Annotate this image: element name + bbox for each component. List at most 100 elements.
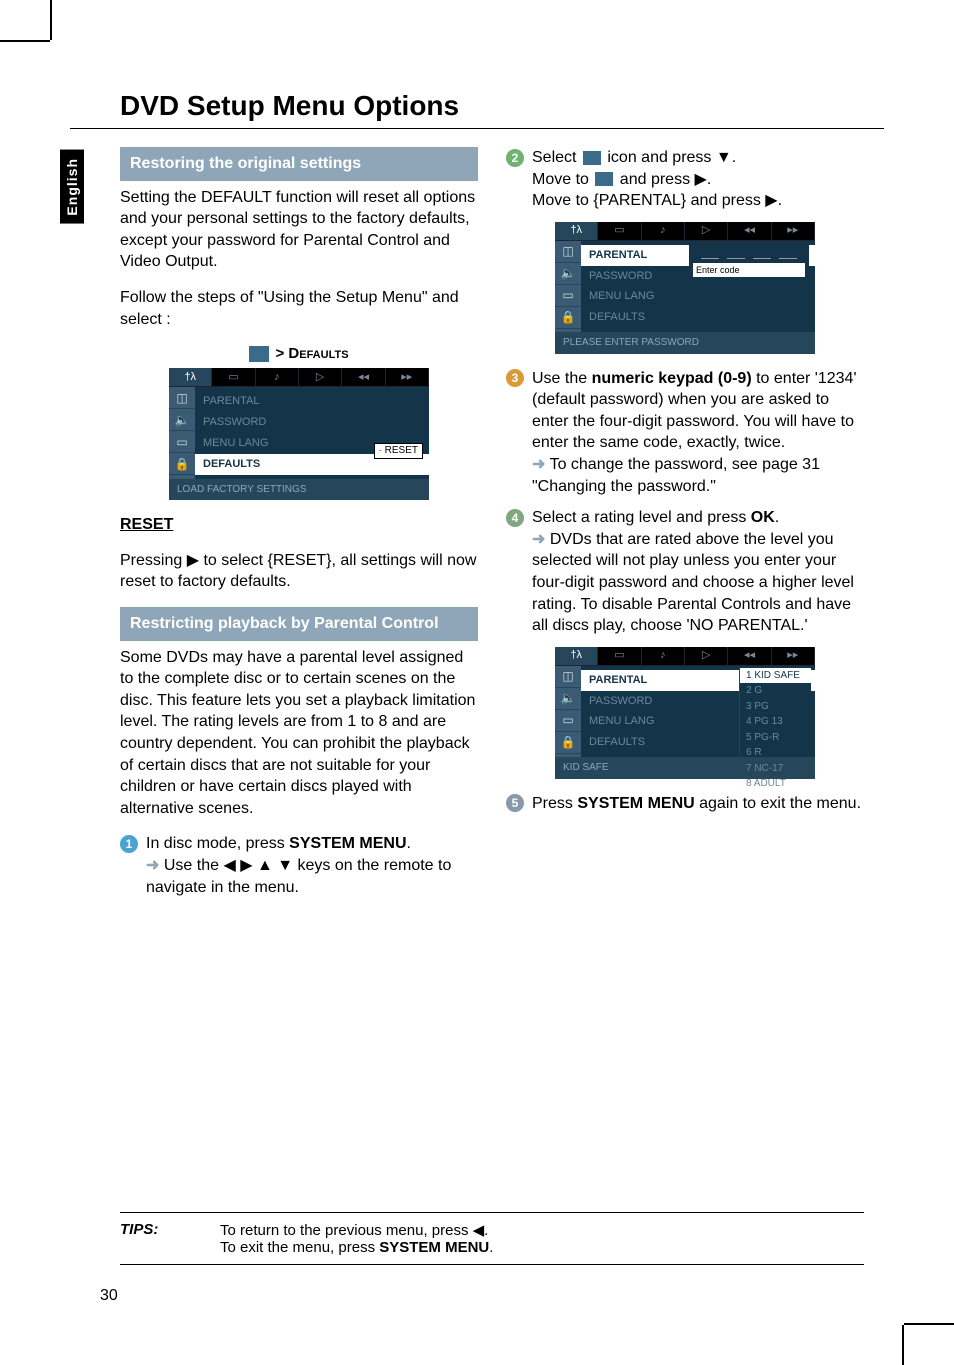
osd1-item-password: PASSWORD bbox=[195, 412, 429, 433]
step-1-text-c: . bbox=[407, 835, 411, 852]
rating-4: 4 PG 13 bbox=[740, 714, 811, 730]
osd-tab-general-icon: †λ bbox=[169, 368, 212, 386]
rating-8: 8 ADULT bbox=[740, 776, 811, 792]
step-1-text-a: In disc mode, press bbox=[146, 835, 289, 852]
restricting-paragraph: Some DVDs may have a parental level assi… bbox=[120, 647, 478, 820]
osd-panel-defaults: †λ ▭ ♪ ▷ ◂◂ ▸▸ ◫ 🔈 ▭ 🔒 PARENTAL bbox=[169, 368, 429, 500]
lock-icon bbox=[595, 172, 613, 186]
step-4-text-c: . bbox=[775, 509, 779, 526]
osd2-tab-video-icon: ▭ bbox=[598, 222, 641, 240]
osd2-item-defaults: DEFAULTS bbox=[581, 307, 815, 328]
step-1-number-icon: 1 bbox=[120, 835, 138, 853]
osd3-side-subtitle-icon: ▭ bbox=[555, 710, 581, 732]
osd-tab-video-icon: ▭ bbox=[212, 368, 255, 386]
reset-heading: RESET bbox=[120, 516, 173, 533]
rating-6: 6 R bbox=[740, 745, 811, 761]
osd2-enter-code-label: Enter code bbox=[693, 263, 805, 277]
osd-panel-password: †λ ▭ ♪ ▷ ◂◂ ▸▸ ◫ 🔈 ▭ 🔒 PARENTAL bbox=[555, 222, 815, 354]
breadcrumb-text: > Defaults bbox=[275, 344, 348, 364]
step-5-system-menu: SYSTEM MENU bbox=[577, 795, 694, 812]
arrow-icon: ➜ bbox=[146, 857, 159, 874]
section-heading-restoring: Restoring the original settings bbox=[120, 147, 478, 181]
step-1-system-menu: SYSTEM MENU bbox=[289, 835, 406, 852]
step-4-ok: OK bbox=[751, 509, 775, 526]
restoring-paragraph-2: Follow the steps of "Using the Setup Men… bbox=[120, 287, 478, 330]
tips-content: To return to the previous menu, press ◀.… bbox=[220, 1221, 493, 1256]
side-icon-subtitle: ▭ bbox=[169, 431, 195, 453]
osd-tab-ff-icon: ▸▸ bbox=[386, 368, 429, 386]
restoring-paragraph-1: Setting the DEFAULT function will reset … bbox=[120, 187, 478, 273]
osd3-tab-play-icon: ▷ bbox=[685, 647, 728, 665]
language-tab: English bbox=[60, 150, 84, 224]
osd2-side-user-icon: ◫ bbox=[555, 241, 581, 263]
tips-line-1: To return to the previous menu, press ◀. bbox=[220, 1222, 488, 1239]
osd2-side-speaker-icon: 🔈 bbox=[555, 263, 581, 285]
osd2-item-menulang: MENU LANG bbox=[581, 286, 815, 307]
general-setup-icon bbox=[583, 151, 601, 165]
osd2-side-lock-icon: 🔒 bbox=[555, 307, 581, 329]
page-title: DVD Setup Menu Options bbox=[120, 90, 884, 122]
side-icon-user: ◫ bbox=[169, 387, 195, 409]
rating-3: 3 PG bbox=[740, 699, 811, 715]
osd-panel-ratings: †λ ▭ ♪ ▷ ◂◂ ▸▸ ◫ 🔈 ▭ 🔒 PARENTAL bbox=[555, 647, 815, 779]
step-2-number-icon: 2 bbox=[506, 149, 524, 167]
tips-label: TIPS: bbox=[120, 1221, 180, 1256]
rating-7: 7 NC-17 bbox=[740, 761, 811, 777]
step-2-text-b: icon and press ▼. bbox=[603, 149, 736, 166]
tips-line-2c: . bbox=[489, 1239, 493, 1256]
step-2: 2 Select icon and press ▼. Move to and p… bbox=[506, 147, 864, 212]
step-5-text-a: Press bbox=[532, 795, 577, 812]
step-5-number-icon: 5 bbox=[506, 794, 524, 812]
title-rule bbox=[70, 128, 884, 129]
step-5-text-c: again to exit the menu. bbox=[695, 795, 861, 812]
osd2-code-entry: Enter code bbox=[689, 245, 809, 279]
step-1: 1 In disc mode, press SYSTEM MENU. ➜ Use… bbox=[120, 833, 478, 898]
step-4-text-d: DVDs that are rated above the level you … bbox=[532, 531, 854, 634]
right-column: 2 Select icon and press ▼. Move to and p… bbox=[506, 147, 864, 908]
osd2-tab-audio-icon: ♪ bbox=[642, 222, 685, 240]
step-1-text-d: Use the ◀ ▶ ▲ ▼ keys on the remote to na… bbox=[146, 857, 451, 896]
side-icon-speaker: 🔈 bbox=[169, 409, 195, 431]
osd-tab-rew-icon: ◂◂ bbox=[342, 368, 385, 386]
step-3-text-d: To change the password, see page 31 "Cha… bbox=[532, 456, 820, 495]
osd2-tab-ff-icon: ▸▸ bbox=[772, 222, 815, 240]
rating-2: 2 G bbox=[740, 683, 811, 699]
step-3-text-a: Use the bbox=[532, 370, 592, 387]
step-2-text-d: and press ▶. bbox=[615, 171, 711, 188]
osd1-popup-reset: · RESET bbox=[374, 443, 423, 459]
arrow-icon: ➜ bbox=[532, 531, 545, 548]
osd3-tab-audio-icon: ♪ bbox=[642, 647, 685, 665]
page-number: 30 bbox=[100, 1287, 118, 1305]
step-3: 3 Use the numeric keypad (0-9) to enter … bbox=[506, 368, 864, 498]
reset-paragraph: Pressing ▶ to select {RESET}, all settin… bbox=[120, 550, 478, 593]
step-3-keypad: numeric keypad (0-9) bbox=[592, 370, 752, 387]
step-4-text-a: Select a rating level and press bbox=[532, 509, 751, 526]
osd3-ratings-popup: 1 KID SAFE 2 G 3 PG 4 PG 13 5 PG-R 6 R 7… bbox=[739, 668, 811, 755]
osd3-tab-general-icon: †λ bbox=[555, 647, 598, 665]
arrow-icon: ➜ bbox=[532, 456, 545, 473]
tips-line-2a: To exit the menu, press bbox=[220, 1239, 379, 1256]
rating-1: 1 KID SAFE bbox=[740, 668, 811, 684]
section-heading-restricting: Restricting playback by Parental Control bbox=[120, 607, 478, 641]
defaults-breadcrumb: > Defaults bbox=[120, 344, 478, 364]
osd1-item-parental: PARENTAL bbox=[195, 391, 429, 412]
step-2-text-e: Move to {PARENTAL} and press ▶. bbox=[532, 192, 782, 209]
osd3-side-lock-icon: 🔒 bbox=[555, 732, 581, 754]
osd3-side-user-icon: ◫ bbox=[555, 666, 581, 688]
osd3-tab-video-icon: ▭ bbox=[598, 647, 641, 665]
left-column: Restoring the original settings Setting … bbox=[120, 147, 478, 908]
step-3-number-icon: 3 bbox=[506, 369, 524, 387]
side-icon-lock: 🔒 bbox=[169, 453, 195, 475]
rating-5: 5 PG-R bbox=[740, 730, 811, 746]
step-2-text-a: Select bbox=[532, 149, 581, 166]
osd2-tab-play-icon: ▷ bbox=[685, 222, 728, 240]
osd1-status: LOAD FACTORY SETTINGS bbox=[169, 479, 429, 501]
step-5: 5 Press SYSTEM MENU again to exit the me… bbox=[506, 793, 864, 815]
osd2-status: PLEASE ENTER PASSWORD bbox=[555, 332, 815, 354]
step-4: 4 Select a rating level and press OK. ➜ … bbox=[506, 507, 864, 637]
osd3-tab-ff-icon: ▸▸ bbox=[772, 647, 815, 665]
tips-bar: TIPS: To return to the previous menu, pr… bbox=[120, 1212, 864, 1265]
step-2-text-c: Move to bbox=[532, 171, 593, 188]
osd3-side-speaker-icon: 🔈 bbox=[555, 688, 581, 710]
step-4-number-icon: 4 bbox=[506, 509, 524, 527]
